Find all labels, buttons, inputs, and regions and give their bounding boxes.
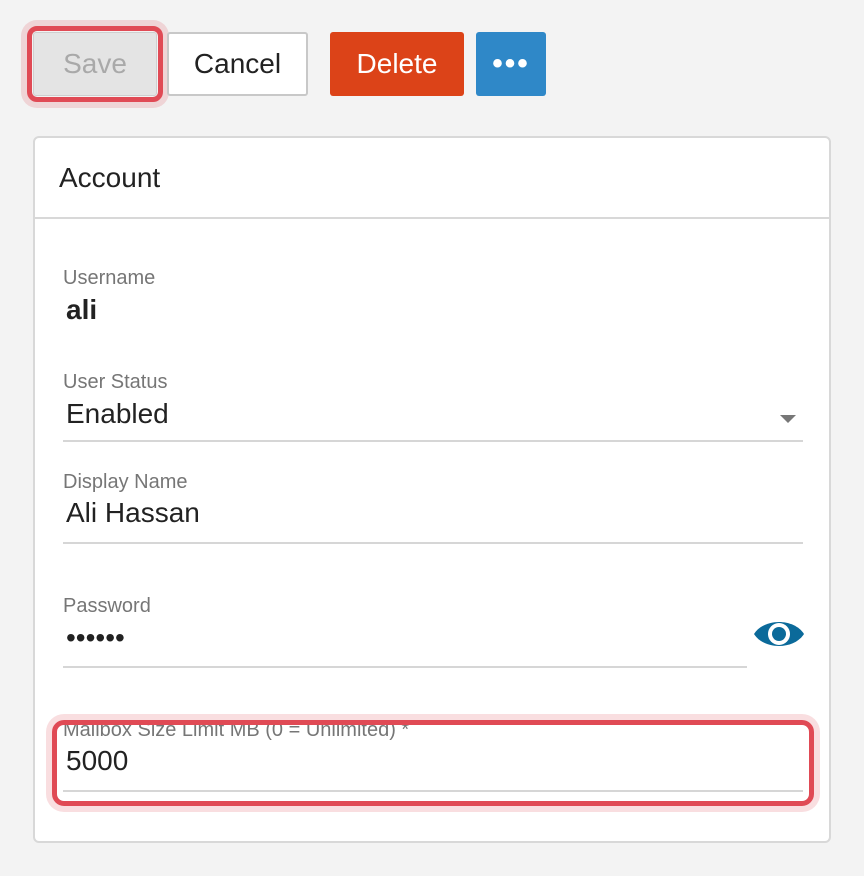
save-button[interactable]: Save: [33, 32, 157, 96]
more-options-button[interactable]: •••: [476, 32, 546, 96]
display-name-underline: [63, 542, 803, 544]
user-status-underline: [63, 440, 803, 442]
user-status-label: User Status: [63, 371, 168, 393]
password-field[interactable]: ••••••: [66, 622, 746, 662]
password-label: Password: [63, 595, 151, 617]
account-panel: Account Username ali User Status Enabled…: [33, 136, 831, 843]
user-status-select[interactable]: Enabled: [66, 398, 806, 438]
username-label: Username: [63, 267, 156, 289]
password-underline: [63, 666, 747, 668]
mailbox-limit-underline: [63, 790, 803, 792]
mailbox-limit-field[interactable]: 5000: [66, 745, 806, 785]
mailbox-limit-label: Mailbox Size Limit MB (0 = Unlimited) *: [63, 719, 410, 741]
panel-title: Account: [35, 138, 829, 219]
cancel-button[interactable]: Cancel: [167, 32, 308, 96]
chevron-down-icon[interactable]: [780, 415, 796, 423]
display-name-label: Display Name: [63, 471, 188, 493]
delete-button[interactable]: Delete: [330, 32, 464, 96]
display-name-field[interactable]: Ali Hassan: [66, 497, 806, 537]
username-value: ali: [66, 294, 98, 325]
eye-icon[interactable]: [752, 614, 806, 654]
